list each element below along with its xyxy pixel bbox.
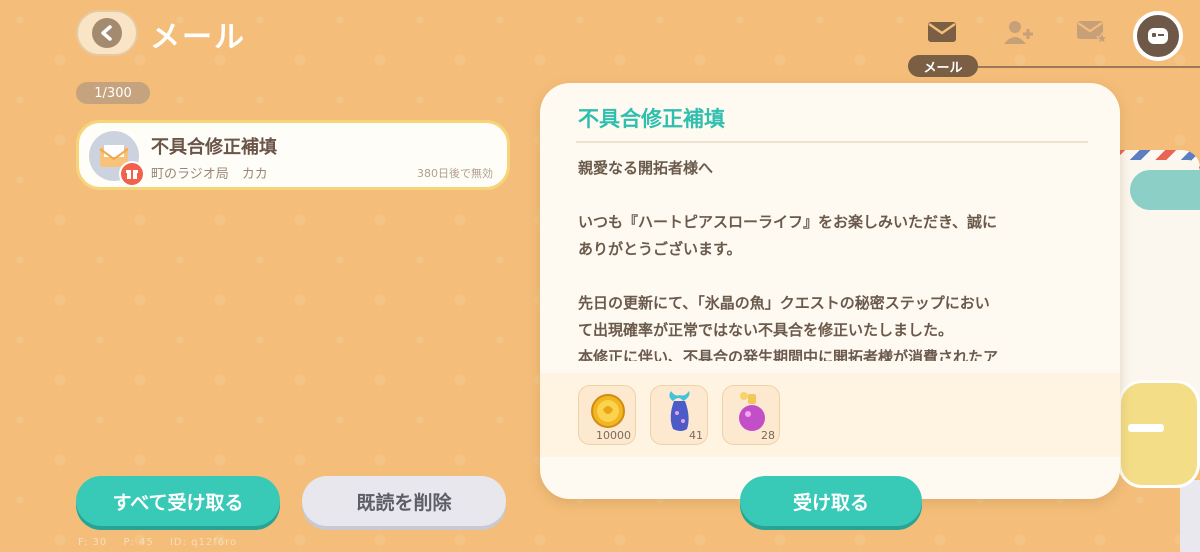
claim-all-button[interactable]: すべて受け取る — [76, 476, 280, 526]
active-tab-label: メール — [908, 55, 978, 77]
starred-mail-tab[interactable] — [1072, 12, 1112, 52]
envelope-icon — [928, 22, 956, 42]
mail-counter: 1/300 — [76, 82, 150, 104]
gift-badge-icon — [119, 161, 145, 187]
decorative-mailbox-post — [1180, 480, 1200, 552]
body-line: 本修正に伴い、不具合の発生期間中に開拓者様が消費されたア — [578, 348, 999, 361]
mailbox-icon — [1118, 380, 1200, 488]
reward-qty: 10000 — [596, 429, 631, 442]
decorative-teal-shape — [1130, 170, 1200, 210]
starred-envelope-icon — [1077, 21, 1108, 44]
body-line: いつも『ハートピアスローライフ』をお楽しみいただき、誠に — [578, 213, 997, 231]
page-title: メール — [150, 20, 246, 55]
detail-title: 不具合修正補填 — [578, 107, 725, 131]
mail-detail-panel: 不具合修正補填 親愛なる開拓者様へ いつも『ハートピアスローライフ』をお楽しみい… — [540, 83, 1120, 499]
reward-qty: 41 — [689, 429, 703, 442]
friend-request-tab[interactable] — [998, 12, 1038, 52]
reward-qty: 28 — [761, 429, 775, 442]
body-greeting: 親愛なる開拓者様へ — [578, 159, 714, 177]
mailbox-slot — [1128, 424, 1164, 432]
reward-item[interactable]: 10000 — [578, 385, 636, 445]
body-line: ありがとうございます。 — [578, 240, 742, 258]
fps-stat: F: 30 — [78, 537, 108, 548]
user-id-stat: ID: q12f6ro — [169, 537, 238, 548]
reward-item[interactable]: 28 — [722, 385, 780, 445]
add-user-icon — [1004, 21, 1033, 44]
body-line: 先日の更新にて、「氷晶の魚」クエストの秘密ステップにおい — [578, 294, 990, 312]
mail-tab[interactable] — [922, 12, 962, 52]
divider — [576, 141, 1088, 143]
mail-subject: 不具合修正補填 — [151, 137, 277, 158]
delete-read-button[interactable]: 既読を削除 — [302, 476, 506, 526]
list-item[interactable]: 不具合修正補填 町のラジオ局 カカ 380日後で無効 — [76, 120, 510, 190]
mail-body[interactable]: 親愛なる開拓者様へ いつも『ハートピアスローライフ』をお楽しみいただき、誠に あ… — [578, 155, 1088, 361]
back-button[interactable] — [76, 10, 138, 56]
chevron-left-icon — [92, 18, 122, 48]
mail-expiry: 380日後で無効 — [417, 167, 493, 180]
body-line: て出現確率が正常ではない不具合を修正いたしました。 — [578, 321, 954, 339]
claim-button[interactable]: 受け取る — [740, 476, 922, 526]
avatar[interactable] — [1133, 11, 1183, 61]
mailbox-profile-icon — [1148, 28, 1168, 44]
mail-sender: 町のラジオ局 カカ — [151, 167, 268, 182]
ping-stat: P: 45 — [123, 537, 154, 548]
debug-stats: F: 30 P: 45 ID: q12f6ro — [78, 537, 249, 548]
reward-item[interactable]: 41 — [650, 385, 708, 445]
